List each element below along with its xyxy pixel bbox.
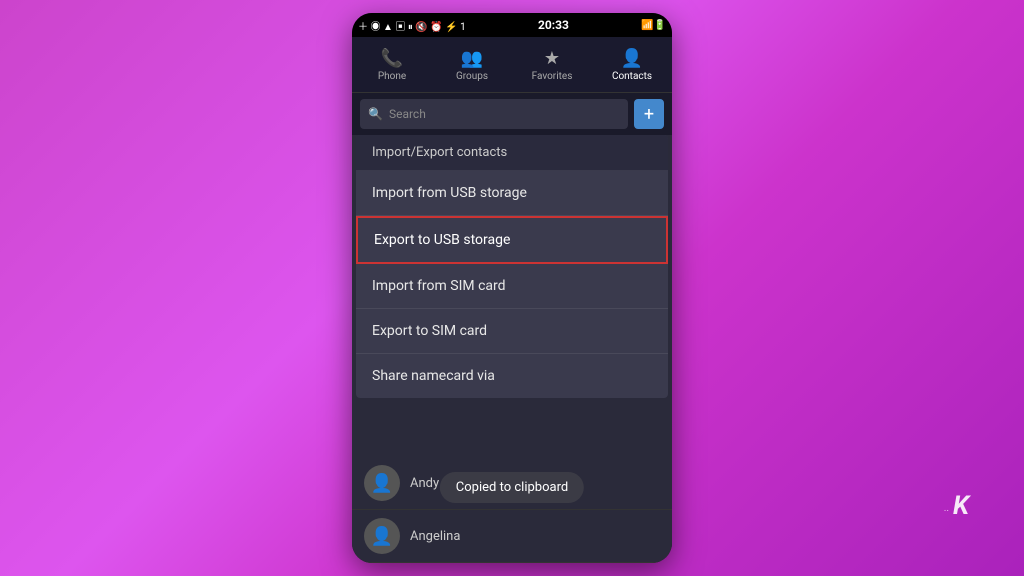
toast-message: Copied to clipboard	[456, 480, 568, 495]
menu-item-import-sim[interactable]: Import from SIM card	[356, 264, 668, 309]
tab-bar: 📞 Phone 👥 Groups ★ Favorites 👤 Contacts	[352, 37, 672, 93]
avatar-icon: 👤	[371, 473, 393, 494]
tab-groups[interactable]: 👥 Groups	[432, 48, 512, 82]
menu-item-import-usb[interactable]: Import from USB storage	[356, 171, 668, 216]
contact-avatar-angelina: 👤	[364, 518, 400, 554]
toast-notification: Copied to clipboard	[440, 472, 584, 503]
contact-name-angelina: Angelina	[410, 529, 460, 544]
contact-item-angelina[interactable]: 👤 Angelina	[352, 510, 672, 563]
menu-item-share-namecard[interactable]: Share namecard via	[356, 354, 668, 398]
phone-tab-label: Phone	[378, 71, 406, 82]
kiswe-branding: ·· K	[944, 491, 969, 521]
groups-tab-icon: 👥	[461, 48, 483, 69]
avatar-icon-2: 👤	[371, 526, 393, 547]
favorites-tab-label: Favorites	[532, 71, 573, 82]
add-contact-button[interactable]: +	[634, 99, 664, 129]
status-icons-right: 📶🔋	[641, 20, 666, 31]
contact-name-andy: Andy	[410, 476, 439, 491]
tab-contacts[interactable]: 👤 Contacts	[592, 48, 672, 82]
notification-icons: ＋ ◉ ▲ ▣ ⏸ 🔇 ⏰ ⚡ 1	[358, 18, 466, 33]
status-time: 20:33	[538, 18, 569, 32]
search-icon: 🔍	[368, 107, 383, 121]
search-placeholder: Search	[389, 107, 426, 121]
add-icon: +	[644, 104, 654, 125]
import-export-menu: Import/Export contacts Import from USB s…	[356, 135, 668, 398]
kiswe-logo: K	[953, 491, 969, 521]
contact-avatar-andy: 👤	[364, 465, 400, 501]
status-icons-left: ＋ ◉ ▲ ▣ ⏸ 🔇 ⏰ ⚡ 1	[358, 18, 466, 33]
phone-tab-icon: 📞	[381, 48, 403, 69]
tab-favorites[interactable]: ★ Favorites	[512, 48, 592, 82]
contacts-tab-label: Contacts	[612, 71, 652, 82]
kiswe-dots: ··	[944, 506, 949, 517]
search-bar: 🔍 Search +	[352, 93, 672, 135]
contacts-tab-icon: 👤	[621, 48, 643, 69]
menu-item-export-usb[interactable]: Export to USB storage	[356, 216, 668, 264]
groups-tab-label: Groups	[456, 71, 488, 82]
menu-title: Import/Export contacts	[356, 135, 668, 171]
tab-phone[interactable]: 📞 Phone	[352, 48, 432, 82]
favorites-tab-icon: ★	[544, 48, 560, 69]
main-content: 🔍 Search + Import/Export contacts Import…	[352, 93, 672, 563]
menu-item-export-sim[interactable]: Export to SIM card	[356, 309, 668, 354]
search-input-container[interactable]: 🔍 Search	[360, 99, 628, 129]
status-bar: ＋ ◉ ▲ ▣ ⏸ 🔇 ⏰ ⚡ 1 20:33 📶🔋	[352, 13, 672, 37]
phone-frame: ＋ ◉ ▲ ▣ ⏸ 🔇 ⏰ ⚡ 1 20:33 📶🔋 📞 Phone 👥 Gro…	[352, 13, 672, 563]
signal-battery-icons: 📶🔋	[641, 20, 666, 31]
